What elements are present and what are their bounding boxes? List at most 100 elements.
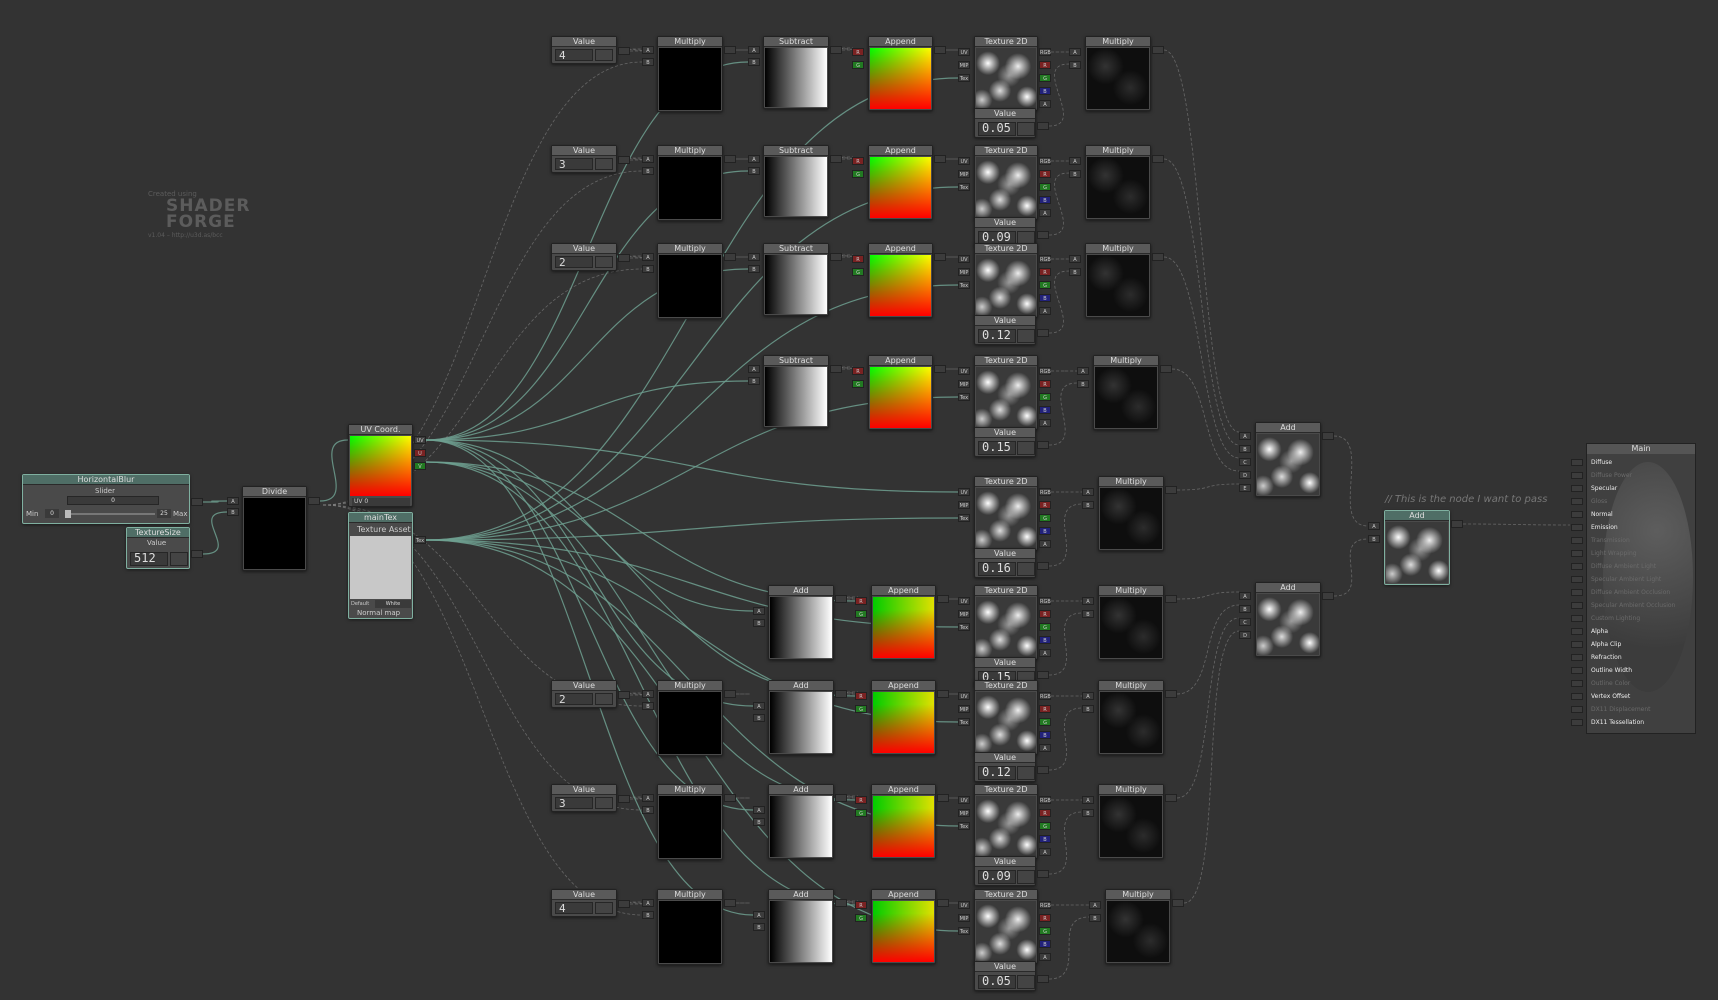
- value-output-port[interactable]: [1037, 766, 1049, 774]
- append-input-g[interactable]: G: [855, 809, 867, 817]
- append-output-port[interactable]: [934, 155, 946, 163]
- append-node[interactable]: Append: [871, 784, 936, 859]
- maintex-output-tex[interactable]: Tex: [414, 536, 426, 544]
- mul-out-input-a[interactable]: A: [1082, 796, 1094, 804]
- main-input-port[interactable]: [1571, 615, 1583, 622]
- value-field[interactable]: 0.09: [978, 870, 1016, 884]
- value-spinner[interactable]: [170, 552, 188, 566]
- tex2d-output-r[interactable]: R: [1039, 170, 1051, 178]
- divide-output-port[interactable]: [308, 497, 320, 505]
- value-spinner[interactable]: [1017, 122, 1035, 136]
- mul-out-input-a[interactable]: A: [1089, 901, 1101, 909]
- value-node-left[interactable]: Value 2: [551, 680, 617, 708]
- value-spinner[interactable]: [595, 693, 613, 705]
- multiply-input-a[interactable]: A: [642, 253, 654, 261]
- value-spinner[interactable]: [595, 256, 613, 268]
- append-input-r[interactable]: R: [852, 157, 864, 165]
- main-input-port[interactable]: [1571, 680, 1583, 687]
- main-input-row[interactable]: Alpha Clip: [1591, 640, 1621, 650]
- main-input-port[interactable]: [1571, 667, 1583, 674]
- subtract-output-port[interactable]: [830, 155, 842, 163]
- value-node-right[interactable]: Value 0.12: [974, 315, 1036, 345]
- mul-out-input-a[interactable]: A: [1082, 488, 1094, 496]
- tex2d-output-b[interactable]: B: [1039, 731, 1051, 739]
- subtract-node[interactable]: Subtract: [763, 36, 829, 109]
- tex2d-input-tex[interactable]: Tex: [958, 718, 970, 726]
- multiply-output-port[interactable]: [1165, 595, 1177, 603]
- tex2d-output-r[interactable]: R: [1039, 610, 1051, 618]
- value-node-right[interactable]: Value 0.15: [974, 427, 1036, 457]
- tex2d-input-mip[interactable]: MIP: [958, 610, 970, 618]
- main-input-port[interactable]: [1571, 485, 1583, 492]
- main-input-port[interactable]: [1571, 511, 1583, 518]
- subtract-input-b[interactable]: B: [748, 265, 760, 273]
- value-output-port[interactable]: [1037, 975, 1049, 983]
- main-output-node[interactable]: Main Diffuse Diffuse Power Specular Gloss No…: [1571, 443, 1696, 734]
- slider-output-port[interactable]: [191, 498, 203, 506]
- main-input-port[interactable]: [1571, 719, 1583, 726]
- mul-out-input-b[interactable]: B: [1069, 170, 1081, 178]
- node-graph-canvas[interactable]: Created using SHADER FORGE v1.04 – http:…: [0, 0, 1718, 1000]
- add-node-top-input-e[interactable]: E: [1239, 484, 1251, 492]
- value-output-port[interactable]: [1037, 122, 1049, 130]
- multiply-input-b[interactable]: B: [642, 702, 654, 710]
- mul-out-input-a[interactable]: A: [1069, 157, 1081, 165]
- multiply-node[interactable]: Multiply: [657, 889, 723, 965]
- append-input-r[interactable]: R: [852, 48, 864, 56]
- tex2d-input-uv[interactable]: UV: [958, 255, 970, 263]
- tex2d-output-r[interactable]: R: [1039, 501, 1051, 509]
- tex2d-output-g[interactable]: G: [1039, 927, 1051, 935]
- value-spinner[interactable]: [1017, 870, 1035, 884]
- tex2d-input-uv[interactable]: UV: [958, 157, 970, 165]
- main-input-row[interactable]: Specular Ambient Occlusion: [1591, 601, 1675, 611]
- main-input-port[interactable]: [1571, 472, 1583, 479]
- multiply-node[interactable]: Multiply: [657, 36, 723, 112]
- value-node-left[interactable]: Value 2: [551, 243, 617, 271]
- subtract-input-b[interactable]: B: [748, 377, 760, 385]
- mul-out-input-a[interactable]: A: [1082, 597, 1094, 605]
- tex2d-output-b[interactable]: B: [1039, 940, 1051, 948]
- append-output-port[interactable]: [937, 794, 949, 802]
- tex2d-output-r[interactable]: R: [1039, 705, 1051, 713]
- add-final-input-b[interactable]: B: [1368, 535, 1380, 543]
- value-output-port[interactable]: [1037, 671, 1049, 679]
- main-input-port[interactable]: [1571, 459, 1583, 466]
- add-input-a[interactable]: A: [753, 911, 765, 919]
- value-spinner[interactable]: [1017, 766, 1035, 780]
- subtract-output-port[interactable]: [830, 46, 842, 54]
- value-field[interactable]: 4: [555, 902, 593, 914]
- multiply-input-a[interactable]: A: [642, 155, 654, 163]
- value-field[interactable]: 3: [555, 797, 593, 809]
- tex2d-output-a[interactable]: A: [1039, 744, 1051, 752]
- texture2d-node[interactable]: Texture 2D: [974, 243, 1038, 318]
- multiply-input-a[interactable]: A: [642, 899, 654, 907]
- add-input-a[interactable]: A: [753, 607, 765, 615]
- mul-out-input-a[interactable]: A: [1069, 255, 1081, 263]
- main-input-row[interactable]: DX11 Displacement: [1591, 705, 1651, 715]
- add-node[interactable]: Add: [768, 889, 834, 964]
- tex2d-input-uv[interactable]: UV: [958, 692, 970, 700]
- multiply-output-port[interactable]: [1160, 365, 1172, 373]
- tex2d-output-r[interactable]: R: [1039, 380, 1051, 388]
- value-field[interactable]: 2: [555, 256, 593, 268]
- main-input-row[interactable]: Specular: [1591, 484, 1617, 494]
- tex2d-input-tex[interactable]: Tex: [958, 927, 970, 935]
- value-node-right[interactable]: Value 0.12: [974, 752, 1036, 782]
- append-input-g[interactable]: G: [852, 61, 864, 69]
- value-node-left[interactable]: Value 3: [551, 784, 617, 812]
- value-output-port[interactable]: [1037, 870, 1049, 878]
- uv-channel-field[interactable]: UV 0: [352, 498, 410, 506]
- value-output-port[interactable]: [1037, 441, 1049, 449]
- normal-map-toggle[interactable]: Normal map: [357, 609, 400, 617]
- append-output-port[interactable]: [934, 365, 946, 373]
- multiply-output-port[interactable]: [1165, 486, 1177, 494]
- multiply-input-a[interactable]: A: [642, 794, 654, 802]
- main-input-port[interactable]: [1571, 563, 1583, 570]
- tex2d-output-r[interactable]: R: [1039, 809, 1051, 817]
- add-node[interactable]: Add: [768, 585, 834, 660]
- multiply-node[interactable]: Multiply: [657, 243, 723, 319]
- add-node-bottom-input-d[interactable]: D: [1239, 631, 1251, 639]
- add-node-top[interactable]: Add: [1255, 422, 1321, 497]
- multiply-node-output[interactable]: Multiply: [1105, 889, 1171, 964]
- tex2d-output-g[interactable]: G: [1039, 822, 1051, 830]
